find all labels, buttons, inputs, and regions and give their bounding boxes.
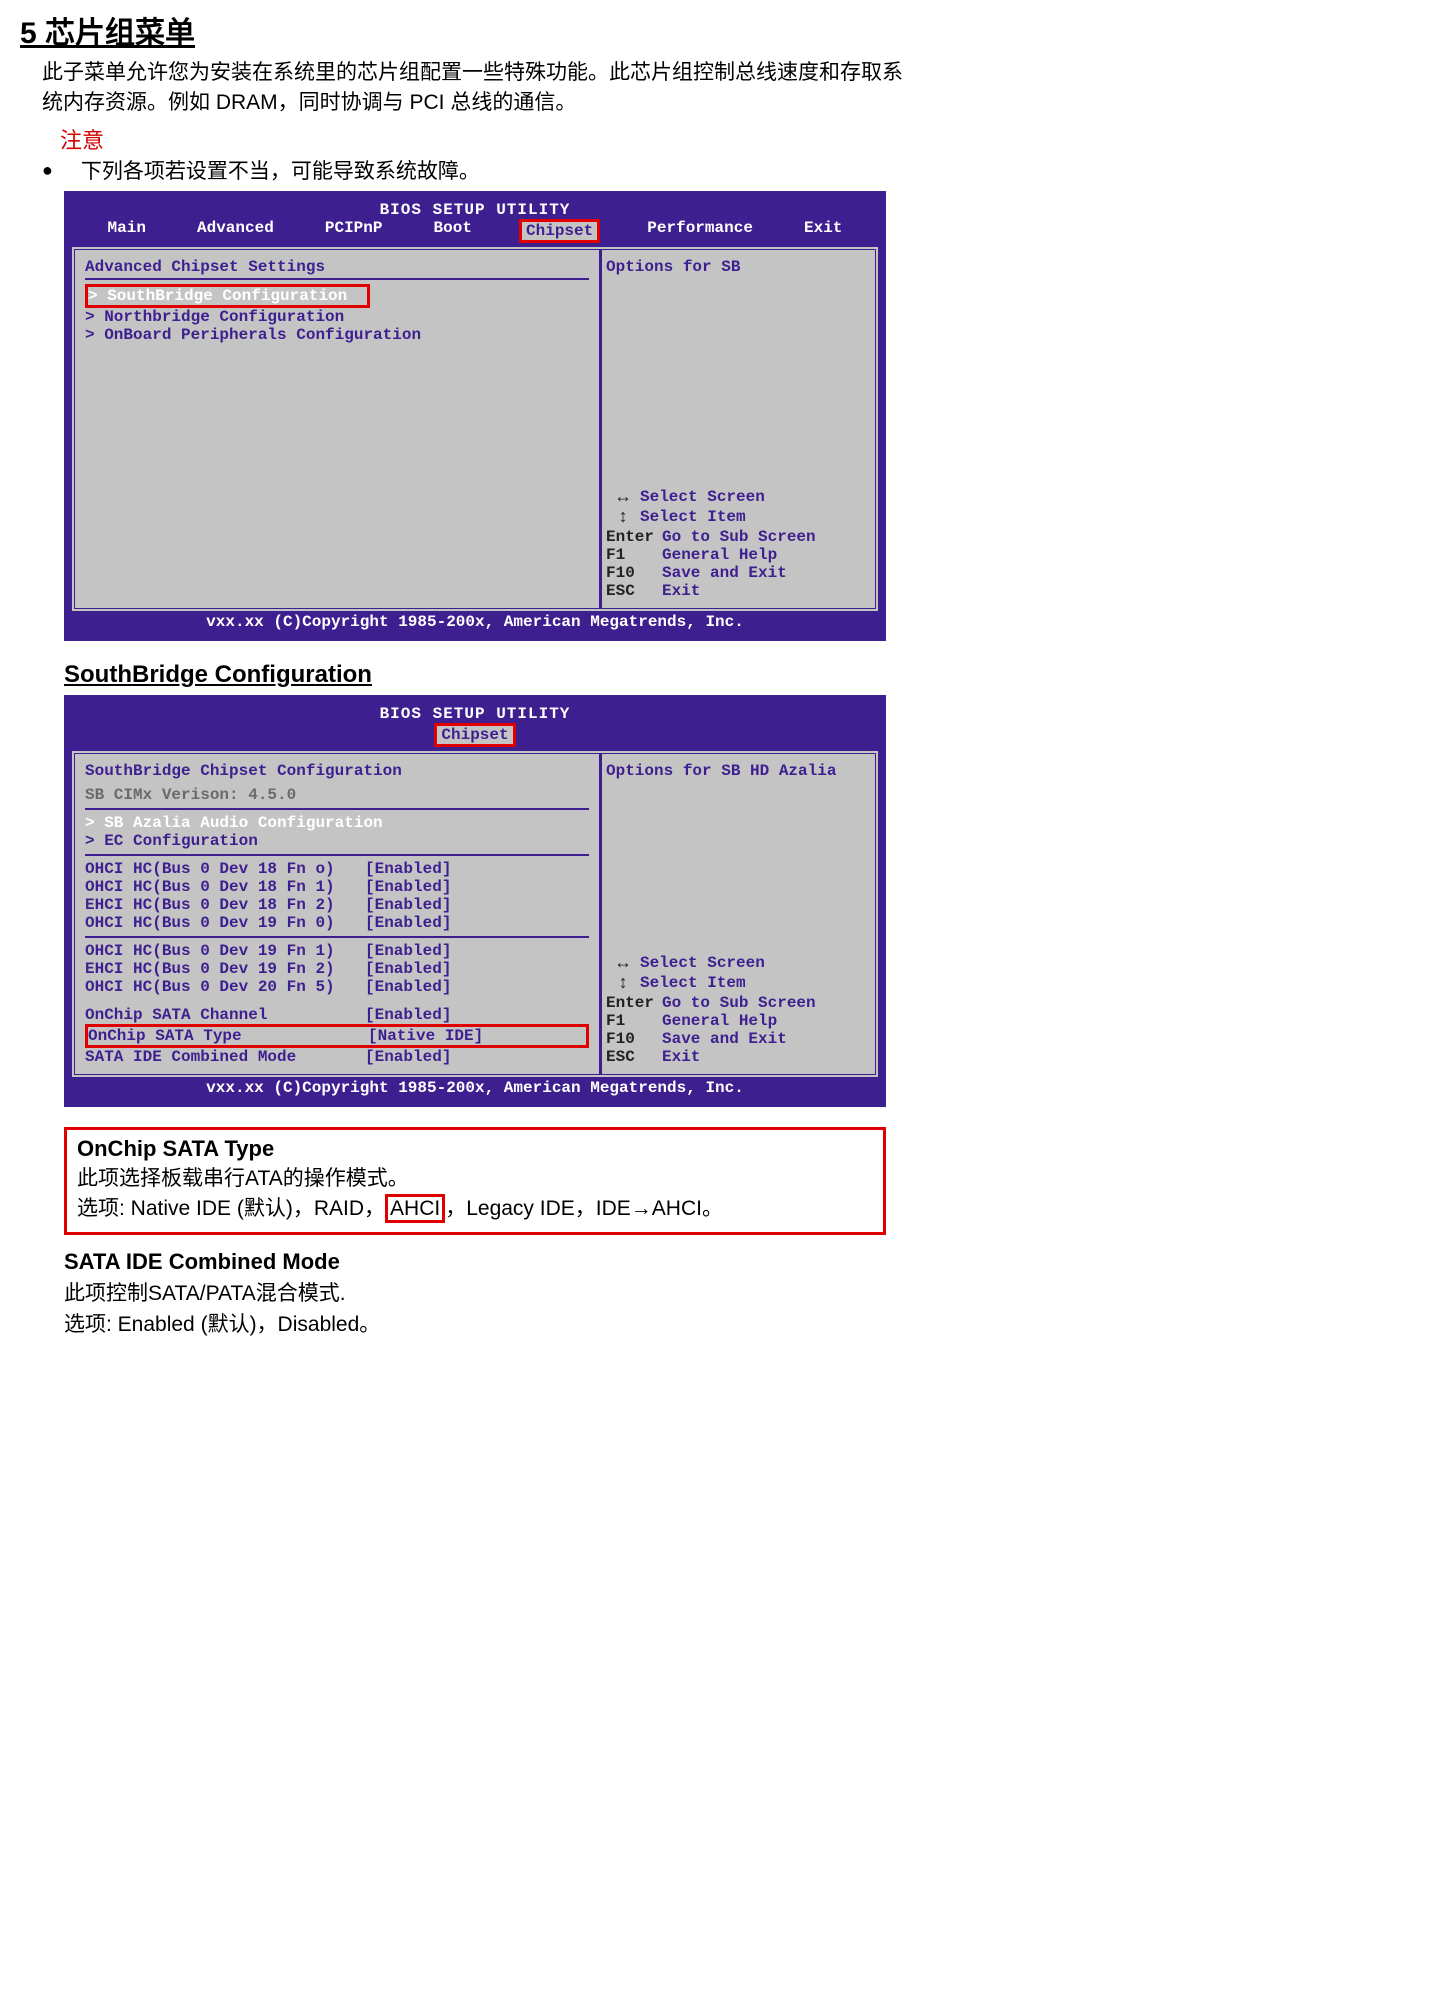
bios2-help-key-f1: F1 — [606, 1012, 662, 1030]
notice-bullet-row: ● 下列各项若设置不当，可能导致系统故障。 — [42, 155, 908, 185]
bios2-tabs: Chipset — [72, 723, 878, 751]
combined-line1: 此项控制SATA/PATA混合模式. — [64, 1278, 886, 1310]
bios2-sata-combined[interactable]: SATA IDE Combined Mode[Enabled] — [85, 1048, 589, 1066]
onchip-ahci-highlight: AHCI — [385, 1194, 445, 1223]
bios2-hc-3[interactable]: OHCI HC(Bus 0 Dev 19 Fn 0)[Enabled] — [85, 914, 589, 932]
bios2-help-0: Select Screen — [640, 954, 765, 974]
bios-screenshot-1: BIOS SETUP UTILITY Main Advanced PCIPnP … — [64, 191, 886, 641]
bios1-help-block: ↔Select Screen ↕Select Item EnterGo to S… — [606, 488, 871, 600]
bios2-title: BIOS SETUP UTILITY — [72, 703, 878, 723]
bios1-help-key-esc: ESC — [606, 582, 662, 600]
bios1-tab-main[interactable]: Main — [104, 219, 150, 243]
bios1-item-onboard[interactable]: > OnBoard Peripherals Configuration — [85, 326, 589, 344]
bios2-hc-1[interactable]: OHCI HC(Bus 0 Dev 18 Fn 1)[Enabled] — [85, 878, 589, 896]
bios1-help-0: Select Screen — [640, 488, 765, 508]
bios2-help-key-esc: ESC — [606, 1048, 662, 1066]
arrows-lr-icon: ↔ — [606, 488, 640, 508]
bios1-item-southbridge[interactable]: > SouthBridge Configuration — [85, 284, 370, 308]
arrows-ud-icon: ↕ — [606, 508, 640, 528]
onchip-line1: 此项选择板载串行ATA的操作模式。 — [77, 1162, 873, 1192]
bios2-item-azalia[interactable]: > SB Azalia Audio Configuration — [85, 814, 589, 832]
bios1-help-key-f1: F1 — [606, 546, 662, 564]
bios2-hc-6[interactable]: OHCI HC(Bus 0 Dev 20 Fn 5)[Enabled] — [85, 978, 589, 996]
onchip-line2-pre: 选项: Native IDE (默认)，RAID， — [77, 1197, 385, 1220]
bios2-help-2: Go to Sub Screen — [662, 994, 816, 1012]
onchip-heading: OnChip SATA Type — [77, 1136, 873, 1162]
bios1-tab-exit[interactable]: Exit — [800, 219, 846, 243]
bios1-left-panel: Advanced Chipset Settings > SouthBridge … — [74, 249, 600, 609]
bios1-help-2: Go to Sub Screen — [662, 528, 816, 546]
combined-line2: 选项: Enabled (默认)，Disabled。 — [64, 1309, 886, 1341]
bios2-help-key-enter: Enter — [606, 994, 662, 1012]
bios1-right-heading: Options for SB — [606, 258, 871, 276]
bios2-hc-0[interactable]: OHCI HC(Bus 0 Dev 18 Fn o)[Enabled] — [85, 860, 589, 878]
onchip-sata-type-block: OnChip SATA Type 此项选择板载串行ATA的操作模式。 选项: N… — [64, 1127, 886, 1235]
bios1-help-3: General Help — [662, 546, 777, 564]
bios1-panel-heading: Advanced Chipset Settings — [85, 258, 589, 280]
arrows-lr-icon: ↔ — [606, 954, 640, 974]
bios2-sata-channel[interactable]: OnChip SATA Channel[Enabled] — [85, 1006, 589, 1024]
bios1-help-4: Save and Exit — [662, 564, 787, 582]
bios2-sata-type[interactable]: OnChip SATA Type[Native IDE] — [85, 1024, 589, 1048]
bios-screenshot-2: BIOS SETUP UTILITY Chipset SouthBridge C… — [64, 695, 886, 1107]
section-title: 5 芯片组菜单 — [20, 8, 908, 52]
onchip-line2-post: ，Legacy IDE，IDE→AHCI。 — [445, 1197, 723, 1220]
bullet-icon: ● — [42, 155, 53, 185]
bios1-tab-performance[interactable]: Performance — [643, 219, 757, 243]
bios2-panel-heading: SouthBridge Chipset Configuration — [85, 762, 589, 782]
bios2-footer: vxx.xx (C)Copyright 1985-200x, American … — [72, 1077, 878, 1099]
bios1-tabs: Main Advanced PCIPnP Boot Chipset Perfor… — [72, 219, 878, 247]
bios2-help-key-f10: F10 — [606, 1030, 662, 1048]
bios2-help-1: Select Item — [640, 974, 746, 994]
arrows-ud-icon: ↕ — [606, 974, 640, 994]
southbridge-subtitle: SouthBridge Configuration — [64, 661, 908, 689]
bios1-title: BIOS SETUP UTILITY — [72, 199, 878, 219]
bios2-hc-5[interactable]: EHCI HC(Bus 0 Dev 19 Fn 2)[Enabled] — [85, 960, 589, 978]
section-paragraph: 此子菜单允许您为安装在系统里的芯片组配置一些特殊功能。此芯片组控制总线速度和存取… — [42, 58, 908, 119]
bios2-help-block: ↔Select Screen ↕Select Item EnterGo to S… — [606, 954, 871, 1066]
bios2-right-heading: Options for SB HD Azalia — [606, 762, 871, 780]
bios2-help-5: Exit — [662, 1048, 700, 1066]
bios1-right-panel: Options for SB ↔Select Screen ↕Select It… — [600, 249, 876, 609]
bios2-hc-4[interactable]: OHCI HC(Bus 0 Dev 19 Fn 1)[Enabled] — [85, 942, 589, 960]
bios1-help-key-f10: F10 — [606, 564, 662, 582]
bios1-tab-chipset[interactable]: Chipset — [519, 219, 600, 243]
bios2-hc-2[interactable]: EHCI HC(Bus 0 Dev 18 Fn 2)[Enabled] — [85, 896, 589, 914]
bios2-item-ec[interactable]: > EC Configuration — [85, 832, 589, 850]
bios1-tab-advanced[interactable]: Advanced — [193, 219, 278, 243]
bios2-help-4: Save and Exit — [662, 1030, 787, 1048]
onchip-line2: 选项: Native IDE (默认)，RAID，AHCI，Legacy IDE… — [77, 1192, 873, 1222]
bios2-tab-chipset[interactable]: Chipset — [434, 723, 515, 747]
bios1-item-northbridge[interactable]: > Northbridge Configuration — [85, 308, 589, 326]
notice-bullet-text: 下列各项若设置不当，可能导致系统故障。 — [81, 155, 480, 185]
notice-label: 注意 — [60, 123, 908, 155]
bios2-right-panel: Options for SB HD Azalia ↔Select Screen … — [600, 753, 876, 1075]
bios2-left-panel: SouthBridge Chipset Configuration SB CIM… — [74, 753, 600, 1075]
bios1-tab-boot[interactable]: Boot — [430, 219, 476, 243]
bios1-help-5: Exit — [662, 582, 700, 600]
bios1-help-1: Select Item — [640, 508, 746, 528]
sata-combined-block: SATA IDE Combined Mode 此项控制SATA/PATA混合模式… — [64, 1245, 886, 1341]
bios1-footer: vxx.xx (C)Copyright 1985-200x, American … — [72, 611, 878, 633]
combined-heading: SATA IDE Combined Mode — [64, 1245, 886, 1278]
bios1-help-key-enter: Enter — [606, 528, 662, 546]
bios2-version-line: SB CIMx Verison: 4.5.0 — [85, 786, 589, 804]
bios1-tab-pcipnp[interactable]: PCIPnP — [321, 219, 387, 243]
bios2-help-3: General Help — [662, 1012, 777, 1030]
